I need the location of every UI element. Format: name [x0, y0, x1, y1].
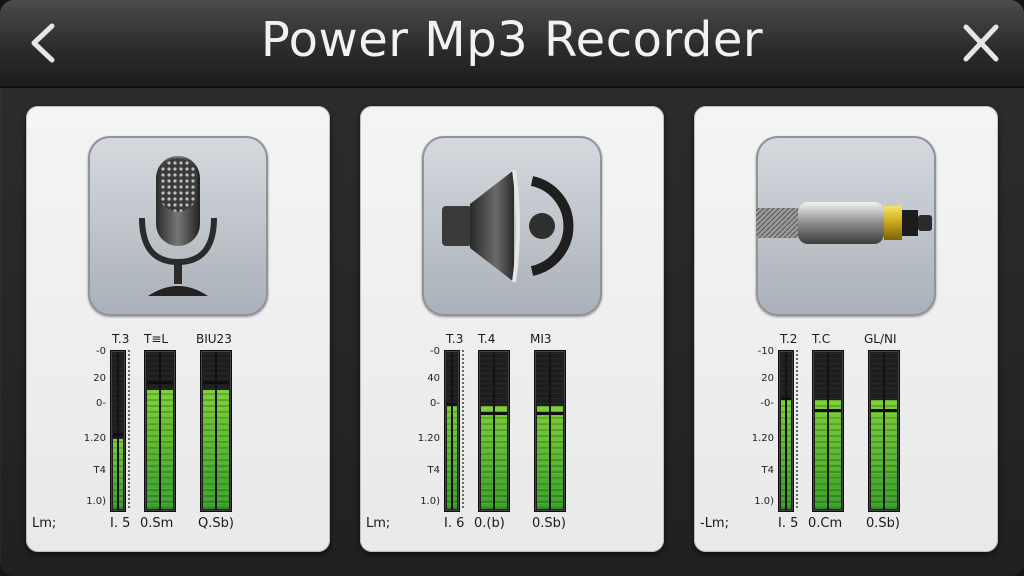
level-meter — [868, 350, 900, 512]
meter-center-line — [493, 353, 495, 509]
meter-center-line — [785, 353, 787, 509]
scale-label: 1.0) — [86, 496, 106, 507]
scale-label: -0- — [760, 398, 774, 409]
level-meters: T.2 T.C GL/NI -10 20 -0- 1.20 T4 1.0) -Lm; I. 5 0.C… — [694, 326, 998, 546]
scale-ticks — [128, 350, 130, 508]
readout-label: I. 5 — [778, 516, 799, 531]
level-meter — [444, 350, 460, 512]
meter-center-line — [883, 353, 885, 509]
channel-label: T.4 — [478, 332, 496, 346]
level-meters: T.3 T≡L BIU23 -0 20 0- 1.20 T4 1.0) Lm; I. 5 0.Sm Q.… — [26, 326, 330, 546]
close-button[interactable] — [958, 18, 1004, 68]
level-meter — [144, 350, 176, 512]
line-in-source-button[interactable] — [756, 136, 936, 316]
channel-label: T.3 — [446, 332, 464, 346]
peak-marker — [113, 432, 123, 436]
meter-center-line — [117, 353, 119, 509]
level-meter — [534, 350, 566, 512]
level-meters: T.3 T.4 MI3 -0 40 0- 1.20 T4 1.0) Lm; I. 6 0.(b) 0.S… — [360, 326, 664, 546]
scale-label: -0 — [96, 346, 106, 357]
close-icon — [963, 24, 999, 62]
microphone-icon — [139, 156, 217, 296]
channel-label: T≡L — [144, 332, 169, 346]
peak-marker — [447, 403, 457, 407]
scale-ticks — [796, 350, 798, 508]
audio-jack-icon — [756, 202, 932, 244]
meter-center-line — [215, 353, 217, 509]
peak-marker — [815, 409, 841, 413]
readout-label: Q.Sb) — [198, 516, 234, 531]
readout-label: I. 6 — [444, 516, 465, 531]
level-meter — [200, 350, 232, 512]
level-meter — [778, 350, 794, 512]
scale-label: T4 — [427, 465, 440, 476]
scale-ticks — [462, 350, 464, 508]
meter-center-line — [159, 353, 161, 509]
peak-marker — [871, 409, 897, 413]
readout-label: 0.Sb) — [532, 516, 566, 531]
speaker-source-button[interactable] — [422, 136, 602, 316]
peak-marker — [781, 396, 791, 400]
scale-label: T4 — [93, 465, 106, 476]
window-title: Power Mp3 Recorder — [260, 12, 764, 68]
channel-label: T.C — [812, 332, 831, 346]
title-bar: Power Mp3 Recorder — [0, 0, 1024, 88]
scale-label: -0 — [430, 346, 440, 357]
app-window: Power Mp3 Recorder T.3 T≡L BIU23 -0 20 0… — [0, 0, 1024, 576]
scale-label: 40 — [427, 373, 440, 384]
scale-label: 0- — [96, 398, 106, 409]
speaker-icon — [442, 169, 574, 283]
scale-label: T4 — [761, 465, 774, 476]
readout-label: -Lm; — [700, 516, 729, 531]
readout-label: 0.(b) — [474, 516, 505, 531]
scale-label: -10 — [757, 346, 774, 357]
readout-label: Lm; — [366, 516, 391, 531]
scale-label: 0- — [430, 398, 440, 409]
peak-marker — [147, 381, 173, 385]
channel-label: BIU23 — [196, 332, 232, 346]
peak-marker — [203, 381, 229, 385]
readout-label: I. 5 — [110, 516, 131, 531]
channel-label: GL/NI — [864, 332, 897, 346]
channel-label: T.3 — [112, 332, 130, 346]
source-card-microphone[interactable]: T.3 T≡L BIU23 -0 20 0- 1.20 T4 1.0) Lm; I. 5 0.Sm Q.… — [26, 106, 330, 552]
channel-label: T.2 — [780, 332, 798, 346]
scale-label: 1.0) — [754, 496, 774, 507]
level-meter — [110, 350, 126, 512]
scale-label: 20 — [93, 373, 106, 384]
microphone-source-button[interactable] — [88, 136, 268, 316]
scale-label: 1.20 — [417, 433, 440, 444]
channel-label: MI3 — [530, 332, 552, 346]
readout-label: 0.Sb) — [866, 516, 900, 531]
scale-label: 1.0) — [420, 496, 440, 507]
readout-label: 0.Sm — [140, 516, 174, 531]
source-card-speaker[interactable]: T.3 T.4 MI3 -0 40 0- 1.20 T4 1.0) Lm; I. 6 0.(b) 0.S… — [360, 106, 664, 552]
scale-label: 1.20 — [751, 433, 774, 444]
peak-marker — [481, 412, 507, 416]
readout-label: 0.Cm — [808, 516, 843, 531]
level-meter — [812, 350, 844, 512]
scale-label: 1.20 — [83, 433, 106, 444]
meter-center-line — [549, 353, 551, 509]
peak-marker — [537, 412, 563, 416]
meter-center-line — [451, 353, 453, 509]
scale-label: 20 — [761, 373, 774, 384]
level-meter — [478, 350, 510, 512]
source-card-line-in[interactable]: T.2 T.C GL/NI -10 20 -0- 1.20 T4 1.0) -Lm; I. 5 0.C… — [694, 106, 998, 552]
meter-center-line — [827, 353, 829, 509]
readout-label: Lm; — [32, 516, 57, 531]
